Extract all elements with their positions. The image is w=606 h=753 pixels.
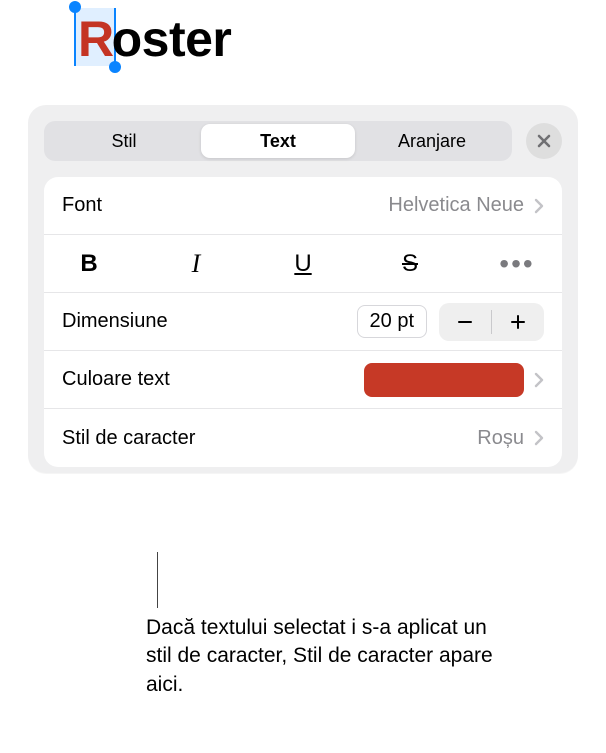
selected-letter: R [78, 10, 114, 68]
bold-button[interactable]: B [54, 244, 124, 284]
text-style-row: B I U S ••• [44, 235, 562, 293]
underline-button[interactable]: U [268, 244, 338, 284]
document-canvas: R Roster [0, 0, 606, 105]
close-icon [537, 134, 551, 148]
close-button[interactable] [526, 123, 562, 159]
more-options-button[interactable]: ••• [482, 244, 552, 284]
chevron-right-icon [534, 372, 544, 388]
size-value[interactable]: 20 pt [357, 305, 427, 338]
text-color-row[interactable]: Culoare text [44, 351, 562, 409]
tab-style[interactable]: Stil [47, 124, 201, 158]
chevron-right-icon [534, 430, 544, 446]
font-row[interactable]: Font Helvetica Neue [44, 177, 562, 235]
character-style-label: Stil de caracter [62, 427, 195, 450]
panel-header: Stil Text Aranjare [44, 121, 562, 161]
text-settings-card: Font Helvetica Neue B I U S ••• Dimensiu… [44, 177, 562, 467]
size-increase-button[interactable] [492, 303, 544, 341]
plus-icon [509, 313, 527, 331]
size-decrease-button[interactable] [439, 303, 491, 341]
tab-text[interactable]: Text [201, 124, 355, 158]
size-stepper [439, 303, 544, 341]
minus-icon [456, 313, 474, 331]
character-style-value: Roșu [477, 427, 524, 450]
format-panel: Stil Text Aranjare Font Helvetica Neue B… [28, 105, 578, 473]
size-row: Dimensiune 20 pt [44, 293, 562, 351]
font-value: Helvetica Neue [388, 194, 524, 217]
title-rest: oster [112, 11, 232, 67]
italic-button[interactable]: I [161, 244, 231, 284]
tab-segmented-control[interactable]: Stil Text Aranjare [44, 121, 512, 161]
callout-text: Dacă textului selectat i s-a aplicat un … [146, 614, 496, 699]
text-color-label: Culoare text [62, 368, 170, 391]
callout-leader-line [157, 552, 158, 608]
strikethrough-button[interactable]: S [375, 244, 445, 284]
chevron-right-icon [534, 198, 544, 214]
size-label: Dimensiune [62, 310, 168, 333]
tab-arrange[interactable]: Aranjare [355, 124, 509, 158]
character-style-row[interactable]: Stil de caracter Roșu [44, 409, 562, 467]
text-color-swatch[interactable] [364, 363, 524, 397]
font-label: Font [62, 194, 102, 217]
